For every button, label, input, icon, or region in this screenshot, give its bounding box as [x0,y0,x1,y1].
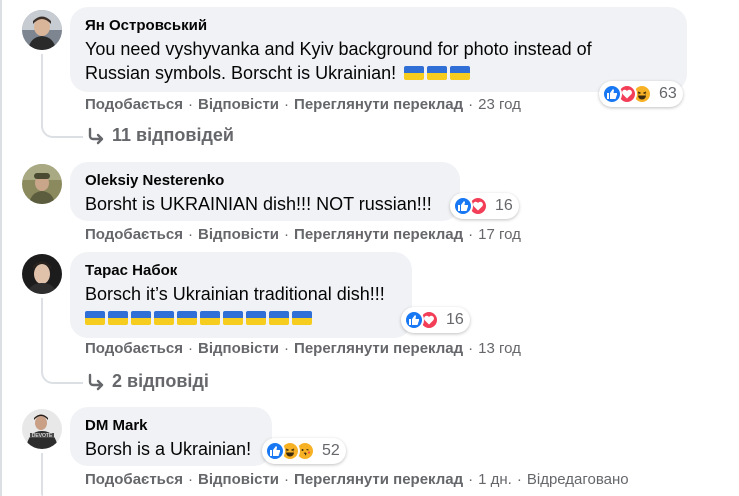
comment-bubble: Oleksiy Nesterenko Borsht is UKRAINIAN d… [70,162,460,221]
reaction-count: 16 [495,197,513,214]
comment-author[interactable]: Oleksiy Nesterenko [85,171,446,190]
separator-dot: · [468,471,474,488]
comment-actions: Подобається · Відповісти · Переглянути перек… [85,96,521,113]
like-link[interactable]: Подобається [85,340,183,357]
ukraine-flag-icon [404,66,425,80]
reply-link[interactable]: Відповісти [198,96,279,113]
comment-author[interactable]: DM Mark [85,416,258,435]
svg-text:DEVOTE: DEVOTE [32,433,53,439]
separator-dot: · [187,340,193,357]
ukraine-flag-icon [131,311,151,325]
ukraine-flag-icon [200,311,220,325]
like-icon [602,84,622,104]
comment-author[interactable]: Ян Островський [85,16,673,35]
comment-bubble: Ян Островський You need vyshyvanka and K… [70,7,687,92]
reply-link[interactable]: Відповісти [198,471,279,488]
reaction-count: 63 [659,85,677,102]
reactions-summary[interactable]: 16 [450,193,519,219]
comment-author[interactable]: Тарас Набок [85,261,398,280]
separator-dot: · [468,340,474,357]
timestamp[interactable]: 1 дн. [478,471,512,488]
comment-text: Borsch it’s Ukrainian traditional dish!!… [85,282,398,330]
reactions-summary[interactable]: 52 [262,438,346,464]
separator-dot: · [284,96,290,113]
ukraine-flag-icon [223,311,243,325]
like-link[interactable]: Подобається [85,96,183,113]
comment-text-line: Borsch it’s Ukrainian traditional dish!!… [85,284,385,304]
comment-text: Borsh is a Ukrainian! [85,439,252,459]
like-link[interactable]: Подобається [85,471,183,488]
separator-dot: · [284,471,290,488]
avatar[interactable] [22,254,62,294]
see-translation-link[interactable]: Переглянути переклад [294,340,463,357]
like-link[interactable]: Подобається [85,226,183,243]
like-icon [404,310,424,330]
see-translation-link[interactable]: Переглянути переклад [294,226,463,243]
comment-actions: Подобається · Відповісти · Переглянути перек… [85,340,521,357]
see-translation-link[interactable]: Переглянути переклад [294,96,463,113]
separator-dot: · [516,471,522,488]
edited-label[interactable]: Відредаговано [527,471,629,488]
ukraine-flag-icon [427,66,448,80]
page-left-border [0,0,2,496]
comment-bubble: DM Mark Borsh is a Ukrainian! [70,407,272,466]
like-icon [453,196,473,216]
timestamp[interactable]: 13 год [478,340,521,357]
separator-dot: · [187,226,193,243]
view-replies-link[interactable]: 2 відповіді [86,371,209,392]
ukraine-flag-icon [269,311,289,325]
reply-link[interactable]: Відповісти [198,226,279,243]
avatar[interactable] [22,164,62,204]
reply-arrow-icon [88,373,104,390]
comment-text-line: You need vyshyvanka and Kyiv background … [85,39,592,59]
timestamp[interactable]: 17 год [478,226,521,243]
ukraine-flag-icon [154,311,174,325]
timestamp[interactable]: 23 год [478,96,521,113]
reply-arrow-icon [88,127,104,144]
separator-dot: · [284,340,290,357]
reactions-summary[interactable]: 63 [599,81,683,107]
view-replies-link[interactable]: 11 відповідей [86,125,234,146]
reactions-summary[interactable]: 16 [401,307,470,333]
reaction-count: 52 [322,442,340,459]
separator-dot: · [468,226,474,243]
like-icon [265,441,285,461]
avatar[interactable] [22,10,62,50]
avatar[interactable]: DEVOTE [22,409,62,449]
thread-line [41,453,43,496]
separator-dot: · [284,226,290,243]
comment-actions: Подобається · Відповісти · Переглянути перек… [85,226,521,243]
comment-bubble: Тарас Набок Borsch it’s Ukrainian tradit… [70,252,412,338]
comment-actions: Подобається · Відповісти · Переглянути перек… [85,471,629,488]
ukraine-flag-icon [177,311,197,325]
see-translation-link[interactable]: Переглянути переклад [294,471,463,488]
replies-count: 2 відповіді [112,371,209,391]
ukraine-flag-icon [292,311,312,325]
reply-link[interactable]: Відповісти [198,340,279,357]
separator-dot: · [468,96,474,113]
ukraine-flag-icon [85,311,105,325]
reaction-count: 16 [446,311,464,328]
comment-text-line: Russian symbols. Borscht is Ukrainian! [85,63,397,83]
separator-dot: · [187,96,193,113]
comment-text: Borsht is UKRAINIAN dish!!! NOT russian!… [85,194,432,214]
ukraine-flag-icon [450,66,471,80]
comment-text: You need vyshyvanka and Kyiv background … [85,37,673,85]
separator-dot: · [187,471,193,488]
replies-count: 11 відповідей [112,125,234,145]
ukraine-flag-icon [246,311,266,325]
ukraine-flag-icon [108,311,128,325]
